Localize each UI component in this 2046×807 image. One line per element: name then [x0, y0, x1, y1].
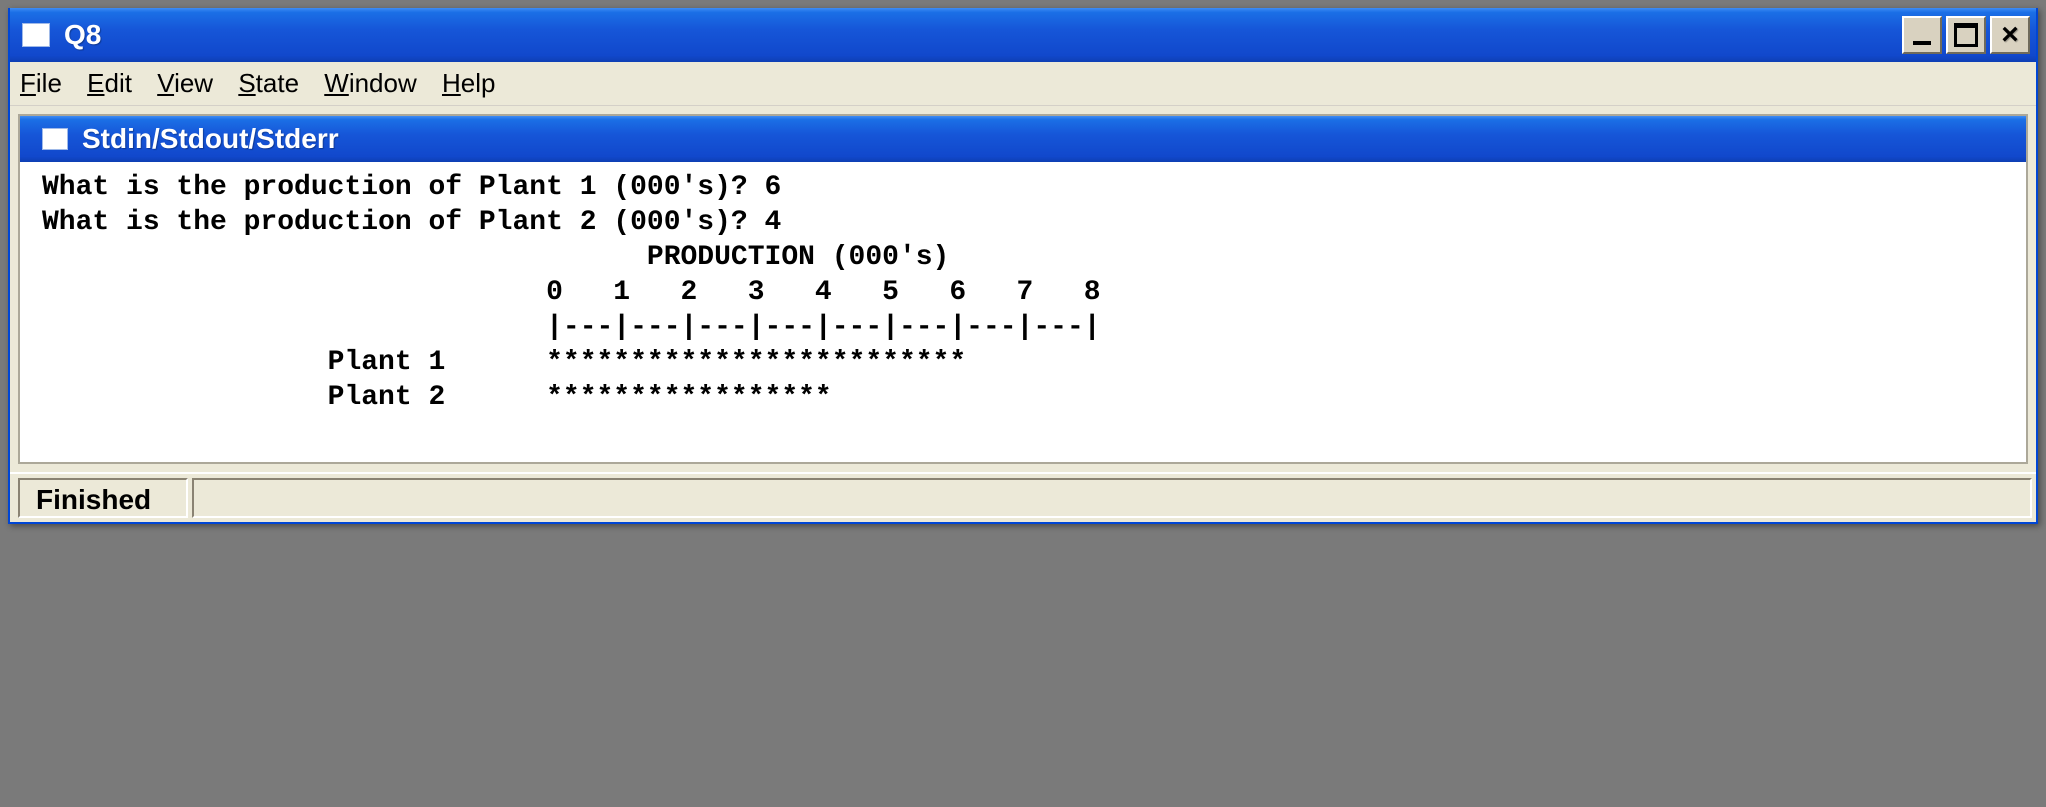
main-window: Q8 × File Edit View State Window Help St… — [8, 8, 2038, 524]
menu-file[interactable]: File — [20, 68, 62, 99]
menu-window[interactable]: Window — [324, 68, 416, 99]
console-output: What is the production of Plant 1 (000's… — [20, 162, 2026, 462]
mdi-client: Stdin/Stdout/Stderr What is the producti… — [18, 114, 2028, 464]
window-controls: × — [1902, 16, 2030, 54]
close-button[interactable]: × — [1990, 16, 2030, 54]
inner-title-bar[interactable]: Stdin/Stdout/Stderr — [20, 116, 2026, 162]
minimize-button[interactable] — [1902, 16, 1942, 54]
menu-state[interactable]: State — [238, 68, 299, 99]
maximize-button[interactable] — [1946, 16, 1986, 54]
app-icon — [22, 23, 50, 47]
menu-view[interactable]: View — [157, 68, 213, 99]
inner-window-title: Stdin/Stdout/Stderr — [82, 123, 339, 155]
menu-help[interactable]: Help — [442, 68, 495, 99]
status-text: Finished — [18, 478, 188, 518]
title-bar[interactable]: Q8 × — [10, 8, 2036, 62]
menu-edit[interactable]: Edit — [87, 68, 132, 99]
status-empty — [192, 478, 2032, 518]
window-title: Q8 — [64, 19, 101, 51]
menu-bar: File Edit View State Window Help — [10, 62, 2036, 106]
inner-app-icon — [42, 128, 68, 150]
status-bar: Finished — [10, 472, 2036, 522]
